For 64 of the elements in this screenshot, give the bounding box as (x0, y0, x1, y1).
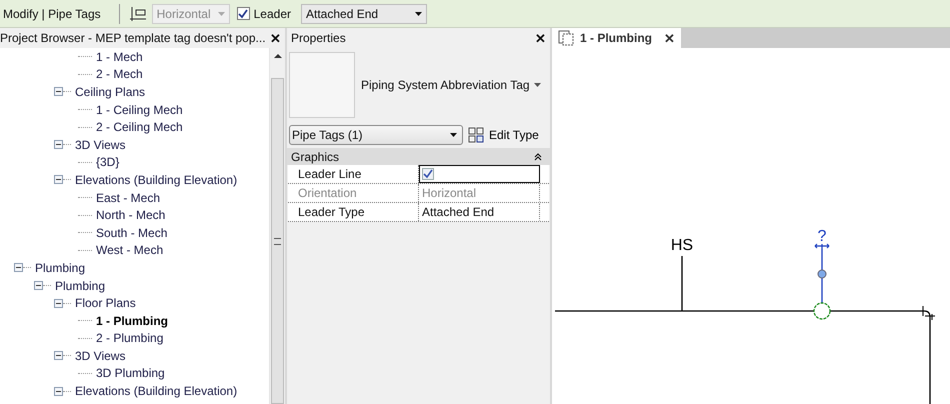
tree-item[interactable]: Ceiling Plans (74, 84, 146, 99)
tree-item[interactable]: Floor Plans (74, 296, 137, 310)
collapse-icon[interactable] (54, 140, 63, 150)
drag-handle[interactable] (818, 270, 826, 278)
collapse-icon[interactable] (14, 263, 23, 272)
leader-type-dropdown[interactable]: Attached End (301, 4, 427, 24)
context-label: Modify | Pipe Tags (3, 6, 101, 20)
close-button[interactable]: ✕ (664, 30, 675, 46)
tree-item[interactable]: 3D Plumbing (95, 366, 166, 380)
collapse-icon[interactable] (54, 351, 63, 360)
tree-item[interactable]: 1 - Ceiling Mech (95, 102, 184, 117)
view-icon (558, 30, 574, 46)
tree-item[interactable]: 2 - Plumbing (95, 331, 164, 346)
tree-item[interactable]: North - Mech (95, 208, 166, 222)
tag-orientation-icon (130, 6, 148, 22)
leader-line (821, 249, 823, 303)
tree-item[interactable]: 2 - Mech (95, 67, 144, 82)
property-value[interactable]: Attached End (422, 205, 494, 219)
close-button[interactable]: ✕ (535, 30, 546, 46)
tree-item[interactable]: 3D Views (74, 138, 126, 152)
view-tab[interactable]: 1 - Plumbing ✕ (552, 28, 681, 48)
collapse-icon[interactable] (34, 281, 43, 290)
dropdown-arrow-icon (534, 83, 541, 87)
tree-item[interactable]: Elevations (Building Elevation) (74, 172, 238, 187)
collapse-icon[interactable] (54, 87, 63, 96)
pipe-end-mark (922, 306, 936, 320)
move-icon[interactable] (814, 243, 830, 250)
tree-item[interactable]: Plumbing (34, 260, 86, 275)
tree-item[interactable]: East - Mech (95, 190, 162, 205)
connector-circle[interactable] (813, 302, 831, 320)
collapse-icon[interactable] (54, 175, 63, 184)
dropdown-arrow-icon (218, 12, 225, 16)
tree-item[interactable]: West - Mech (95, 243, 164, 258)
leader-checkbox[interactable] (236, 7, 250, 20)
leader-line (681, 256, 683, 311)
dropdown-arrow-icon (450, 133, 457, 137)
filter-dropdown[interactable]: Pipe Tags (1) (289, 125, 463, 145)
tree-item[interactable]: 3D Views (74, 348, 126, 363)
tree-item[interactable]: {3D} (95, 155, 120, 170)
tree-item[interactable]: 1 - Plumbing (95, 314, 169, 328)
collapse-icon[interactable] (54, 298, 63, 308)
dropdown-arrow-icon (415, 12, 422, 16)
type-selector[interactable]: Piping System Abbreviation Tag (289, 50, 548, 120)
close-button[interactable]: ✕ (270, 30, 281, 46)
scrollbar[interactable] (269, 48, 285, 404)
pipe-tag[interactable]: HS (670, 237, 694, 254)
tree-item[interactable]: 1 - Mech (95, 50, 144, 64)
tree-item[interactable]: Elevations (Building Elevation) (74, 384, 238, 398)
tree-item[interactable]: Plumbing (54, 278, 106, 293)
property-name: Orientation (288, 184, 419, 202)
tree-item[interactable]: South - Mech (95, 226, 168, 240)
leader-line-checkbox[interactable] (422, 168, 434, 180)
pipe-tag[interactable]: ? (818, 228, 826, 245)
grid-icon (468, 127, 484, 143)
panel-title: Project Browser - MEP template tag doesn't pop... (0, 31, 266, 45)
edit-type-button[interactable]: Edit Type (463, 127, 539, 143)
tree-item[interactable]: 2 - Ceiling Mech (95, 120, 184, 134)
leader-label: Leader (254, 6, 291, 20)
group-header[interactable]: Graphics (287, 148, 550, 165)
collapse-icon[interactable] (54, 386, 63, 396)
property-name: Leader Type (288, 203, 419, 221)
collapse-icon[interactable] (534, 152, 542, 160)
property-name: Leader Line (288, 165, 419, 183)
panel-title: Properties (290, 31, 346, 45)
